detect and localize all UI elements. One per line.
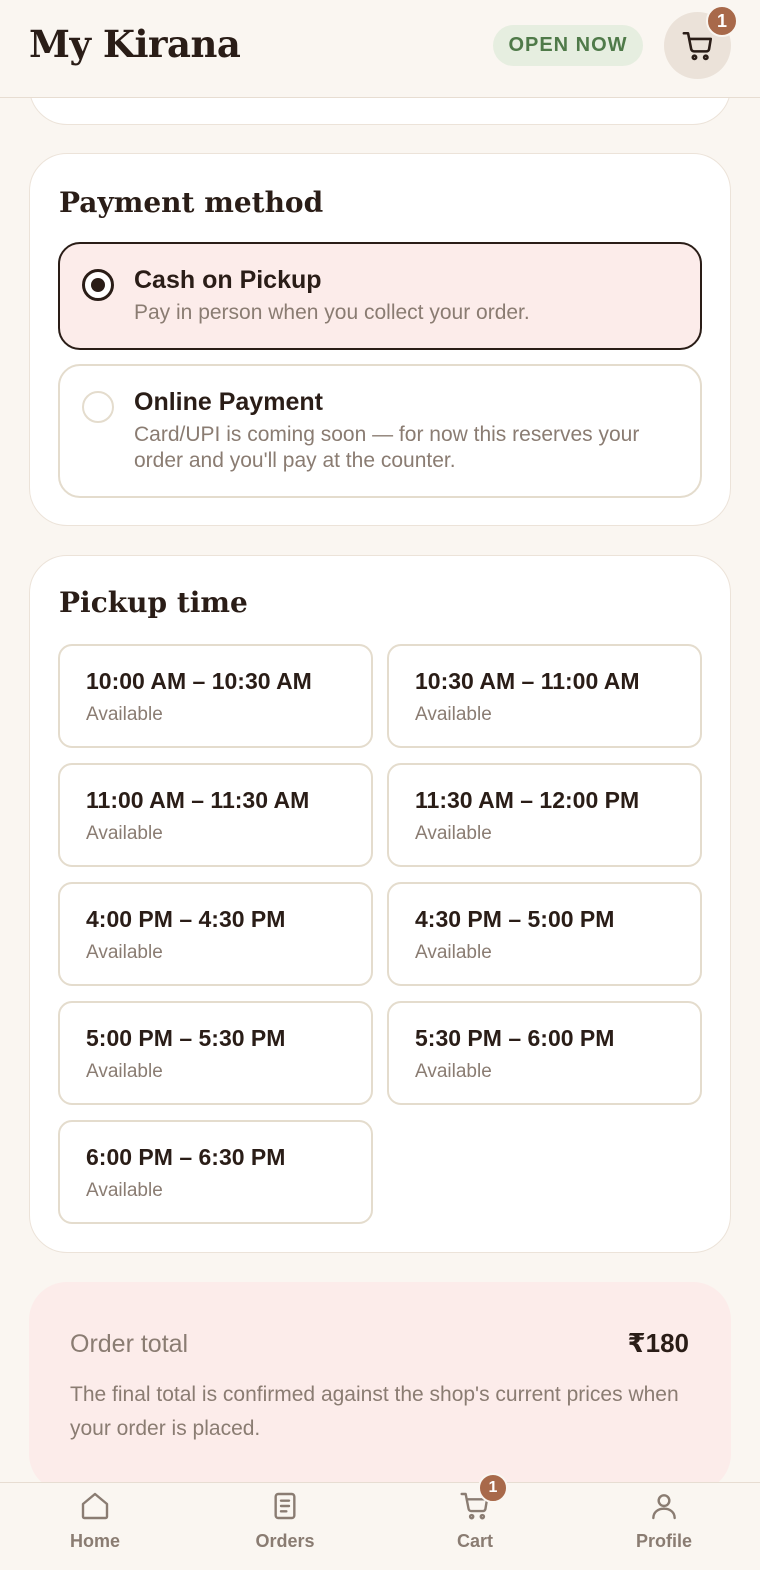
order-total-note: The final total is confirmed against the…: [70, 1383, 679, 1440]
home-icon: [81, 1492, 109, 1520]
pickup-slot[interactable]: 4:00 PM – 4:30 PM Available: [58, 882, 373, 986]
pickup-slot[interactable]: 4:30 PM – 5:00 PM Available: [387, 882, 702, 986]
brand-title: My Kirana: [29, 22, 241, 66]
nav-label: Home: [69, 1531, 120, 1551]
slot-time: 11:00 AM – 11:30 AM: [86, 787, 310, 813]
pickup-time-title: Pickup time: [59, 586, 248, 619]
store-status-badge: OPEN NOW: [493, 25, 643, 66]
pickup-slot[interactable]: 6:00 PM – 6:30 PM Available: [58, 1120, 373, 1224]
order-total-amount: ₹180: [627, 1328, 689, 1358]
slot-time: 5:00 PM – 5:30 PM: [86, 1025, 286, 1051]
nav-cart-count-badge: 1: [478, 1473, 508, 1503]
nav-item-orders[interactable]: Orders: [225, 1483, 345, 1570]
slot-status: Available: [86, 942, 163, 963]
slot-time: 10:00 AM – 10:30 AM: [86, 668, 312, 694]
slot-status: Available: [86, 1061, 163, 1082]
slot-time: 6:00 PM – 6:30 PM: [86, 1144, 286, 1170]
payment-method-card: Payment method Cash on Pickup Pay in per…: [29, 153, 731, 526]
order-total-label: Order total: [70, 1330, 189, 1358]
slot-status: Available: [415, 823, 492, 844]
bottom-nav: Home Orders Cart Profile: [0, 1482, 760, 1570]
slot-status: Available: [86, 823, 163, 844]
slot-status: Available: [86, 1180, 163, 1201]
order-total-card: Order total ₹180 The final total is conf…: [29, 1282, 731, 1492]
slot-status: Available: [415, 1061, 492, 1082]
payment-option-description: Pay in person when you collect your orde…: [134, 301, 530, 324]
nav-label: Cart: [456, 1531, 493, 1551]
slot-time: 10:30 AM – 11:00 AM: [415, 668, 640, 694]
slot-status: Available: [415, 704, 492, 725]
payment-option-cash[interactable]: Cash on Pickup Pay in person when you co…: [58, 242, 702, 350]
nav-label: Orders: [255, 1531, 315, 1551]
pickup-time-card: Pickup time 10:00 AM – 10:30 AM Availabl…: [29, 555, 731, 1253]
pickup-slot[interactable]: 11:30 AM – 12:00 PM Available: [387, 763, 702, 867]
orders-icon: [274, 1492, 296, 1520]
slot-time: 11:30 AM – 12:00 PM: [415, 787, 640, 813]
payment-option-description: Card/UPI is coming soon — for now this r…: [134, 423, 640, 472]
slot-time: 4:00 PM – 4:30 PM: [86, 906, 286, 932]
payment-option-online[interactable]: Online Payment Card/UPI is coming soon —…: [58, 364, 702, 498]
profile-icon: [652, 1494, 676, 1520]
nav-label: Profile: [635, 1531, 692, 1551]
checkout-page: My Kirana OPEN NOW 1 Payment method Cash…: [0, 0, 760, 1570]
slot-time: 4:30 PM – 5:00 PM: [415, 906, 615, 932]
slot-status: Available: [86, 704, 163, 725]
header-cart-count-badge: 1: [706, 5, 738, 37]
cart-icon: [682, 31, 712, 60]
nav-item-home[interactable]: Home: [35, 1483, 155, 1570]
pickup-slot[interactable]: 10:30 AM – 11:00 AM Available: [387, 644, 702, 748]
payment-method-title: Payment method: [59, 186, 324, 219]
pickup-slot[interactable]: 5:30 PM – 6:00 PM Available: [387, 1001, 702, 1105]
nav-item-profile[interactable]: Profile: [604, 1483, 724, 1570]
pickup-slot[interactable]: 10:00 AM – 10:30 AM Available: [58, 644, 373, 748]
slot-time: 5:30 PM – 6:00 PM: [415, 1025, 615, 1051]
slot-status: Available: [415, 942, 492, 963]
nav-item-cart[interactable]: Cart: [415, 1483, 535, 1570]
radio-online[interactable]: [82, 391, 114, 423]
payment-option-label: Cash on Pickup: [134, 266, 322, 294]
pickup-slot[interactable]: 5:00 PM – 5:30 PM Available: [58, 1001, 373, 1105]
app-header: My Kirana OPEN NOW 1: [0, 0, 760, 98]
payment-option-label: Online Payment: [134, 388, 323, 416]
pickup-slot[interactable]: 11:00 AM – 11:30 AM Available: [58, 763, 373, 867]
radio-cash-selected[interactable]: [82, 269, 114, 301]
